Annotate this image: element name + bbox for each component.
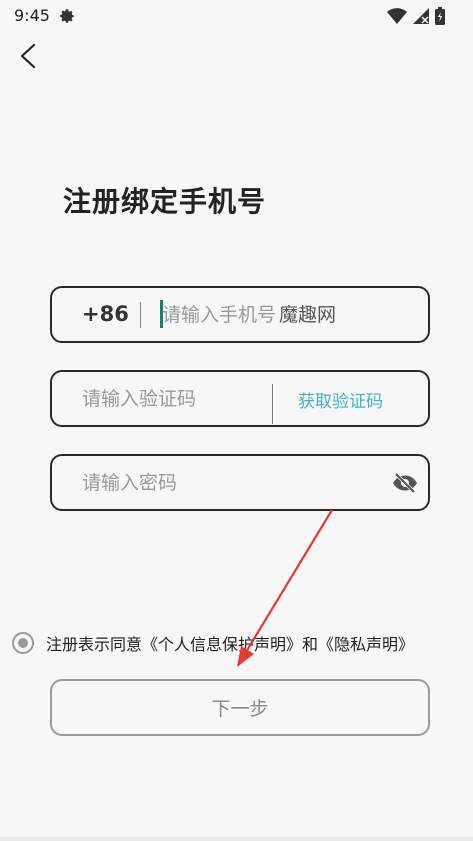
eye-off-icon[interactable] bbox=[392, 471, 418, 495]
privacy-info-link[interactable]: 《个人信息保护声明》 bbox=[142, 635, 302, 654]
status-icons bbox=[387, 7, 445, 25]
agreement-joiner: 和 bbox=[302, 635, 319, 654]
page-title: 注册绑定手机号 bbox=[63, 185, 267, 218]
bottom-bar bbox=[0, 837, 473, 841]
verification-code-field: 获取验证码 bbox=[50, 370, 430, 427]
password-field bbox=[50, 454, 430, 511]
battery-icon bbox=[435, 7, 445, 25]
status-time: 9:45 bbox=[14, 6, 50, 25]
next-button[interactable]: 下一步 bbox=[50, 679, 430, 736]
back-button[interactable] bbox=[12, 40, 44, 72]
get-code-button[interactable]: 获取验证码 bbox=[298, 387, 383, 412]
agreement-radio[interactable] bbox=[12, 632, 34, 654]
verification-code-input[interactable] bbox=[82, 384, 262, 414]
agreement-row: 注册表示同意《个人信息保护声明》和《隐私声明》 bbox=[12, 631, 414, 655]
privacy-link[interactable]: 《隐私声明》 bbox=[318, 635, 414, 654]
status-bar: 9:45 bbox=[0, 0, 473, 32]
back-arrow-icon bbox=[20, 43, 36, 69]
divider bbox=[272, 384, 273, 424]
phone-field: +86 魔趣网 bbox=[50, 286, 430, 343]
radio-icon bbox=[18, 638, 28, 648]
register-bind-phone-screen: 9:45 注册绑定手机号 +86 魔趣网 bbox=[0, 0, 473, 841]
gear-icon bbox=[60, 9, 74, 23]
country-code-selector[interactable]: +86 bbox=[82, 302, 129, 326]
agreement-prefix: 注册表示同意 bbox=[46, 635, 143, 654]
watermark-text: 魔趣网 bbox=[279, 304, 337, 326]
signal-icon bbox=[413, 8, 429, 24]
password-input[interactable] bbox=[82, 468, 382, 498]
divider bbox=[140, 302, 141, 328]
agreement-text: 注册表示同意《个人信息保护声明》和《隐私声明》 bbox=[46, 631, 414, 655]
wifi-icon bbox=[387, 8, 407, 24]
